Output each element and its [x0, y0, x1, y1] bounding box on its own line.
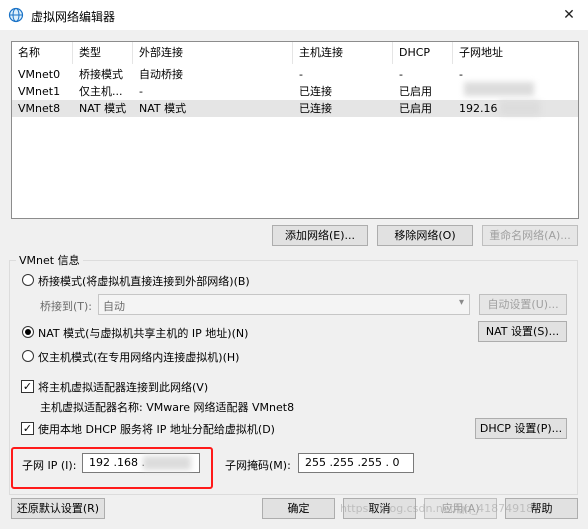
subnet-mask-label: 子网掩码(M):	[225, 459, 291, 472]
network-globe-icon	[8, 7, 24, 23]
nat-mode-radio[interactable]	[22, 326, 34, 338]
connect-adapter-label: 将主机虚拟适配器连接到此网络(V)	[38, 381, 209, 394]
cell-dhcp: -	[399, 68, 403, 81]
cancel-button[interactable]: 取消	[343, 498, 416, 519]
cell-subnet: -	[459, 68, 463, 81]
cell-name: VMnet8	[18, 102, 61, 115]
highlight-box	[11, 447, 213, 489]
cell-host: 已连接	[299, 102, 332, 115]
column-header-host[interactable]: 主机连接	[293, 42, 393, 64]
redaction-blur	[500, 101, 540, 115]
help-button[interactable]: 帮助	[505, 498, 578, 519]
bridged-to-select[interactable]: 自动 ▾	[98, 294, 470, 315]
cell-subnet	[453, 83, 459, 100]
adapter-name-text: 主机虚拟适配器名称: VMware 网络适配器 VMnet8	[40, 401, 295, 414]
cell-dhcp: 已启用	[399, 85, 432, 98]
bridged-mode-label: 桥接模式(将虚拟机直接连接到外部网络)(B)	[38, 275, 250, 288]
vmnet-info-label: VMnet 信息	[16, 252, 83, 268]
table-row-selected[interactable]: VMnet8 NAT 模式 NAT 模式 已连接 已启用 192.16	[12, 100, 578, 117]
redaction-blur	[464, 82, 534, 96]
add-network-button[interactable]: 添加网络(E)...	[272, 225, 368, 246]
column-header-name[interactable]: 名称	[12, 42, 73, 64]
chevron-down-icon: ▾	[458, 297, 464, 308]
use-dhcp-checkbox[interactable]: ✓	[21, 422, 34, 435]
nat-settings-button[interactable]: NAT 设置(S)...	[478, 321, 567, 342]
cell-external: 自动桥接	[139, 68, 183, 81]
auto-settings-button[interactable]: 自动设置(U)...	[479, 294, 567, 315]
network-list[interactable]: 名称 类型 外部连接 主机连接 DHCP 子网地址 VMnet0 桥接模式 自动…	[11, 41, 579, 219]
cell-external: NAT 模式	[139, 102, 187, 115]
cell-host: 已连接	[299, 85, 332, 98]
subnet-mask-value: 255 .255 .255 . 0	[305, 456, 400, 469]
cell-host: -	[299, 68, 303, 81]
cell-dhcp: 已启用	[399, 102, 432, 115]
close-button[interactable]: ✕	[558, 4, 580, 26]
cell-type: 桥接模式	[79, 68, 123, 81]
title-bar: 虚拟网络编辑器 ✕	[0, 0, 588, 30]
column-header-external[interactable]: 外部连接	[133, 42, 293, 64]
host-only-mode-label: 仅主机模式(在专用网络内连接虚拟机)(H)	[38, 351, 240, 364]
connect-adapter-checkbox[interactable]: ✓	[21, 380, 34, 393]
dhcp-settings-button[interactable]: DHCP 设置(P)...	[475, 418, 567, 439]
column-header-type[interactable]: 类型	[73, 42, 133, 64]
column-header-dhcp[interactable]: DHCP	[393, 42, 453, 64]
use-dhcp-label: 使用本地 DHCP 服务将 IP 地址分配给虚拟机(D)	[38, 423, 275, 436]
ok-button[interactable]: 确定	[262, 498, 335, 519]
column-header-subnet[interactable]: 子网地址	[453, 42, 578, 64]
restore-defaults-button[interactable]: 还原默认设置(R)	[11, 498, 105, 519]
list-header: 名称 类型 外部连接 主机连接 DHCP 子网地址	[12, 42, 578, 64]
cell-subnet: 192.16	[459, 102, 498, 115]
radio-selected-dot	[25, 329, 31, 335]
cell-type: NAT 模式	[79, 102, 127, 115]
nat-mode-label: NAT 模式(与虚拟机共享主机的 IP 地址)(N)	[38, 327, 249, 340]
window-title: 虚拟网络编辑器	[31, 10, 116, 24]
cell-name: VMnet1	[18, 85, 61, 98]
cell-external: -	[139, 85, 143, 98]
cell-type: 仅主机...	[79, 85, 123, 98]
bridged-to-label: 桥接到(T):	[40, 300, 93, 313]
bridged-to-value: 自动	[103, 300, 125, 313]
rename-network-button[interactable]: 重命名网络(A)...	[482, 225, 578, 246]
subnet-mask-input[interactable]: 255 .255 .255 . 0	[298, 453, 414, 473]
host-only-mode-radio[interactable]	[22, 350, 34, 362]
table-row[interactable]: VMnet0 桥接模式 自动桥接 - - -	[12, 66, 578, 83]
cell-name: VMnet0	[18, 68, 61, 81]
apply-button[interactable]: 应用(A)	[424, 498, 497, 519]
remove-network-button[interactable]: 移除网络(O)	[377, 225, 473, 246]
bridged-mode-radio[interactable]	[22, 274, 34, 286]
